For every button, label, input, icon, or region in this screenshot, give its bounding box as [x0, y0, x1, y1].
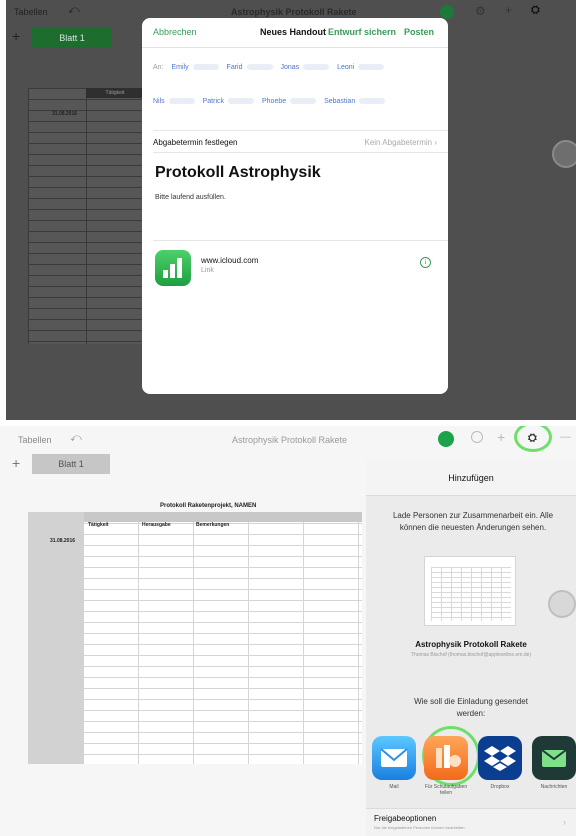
recipient-chip[interactable]: Patrick	[203, 98, 224, 105]
share-via-messages[interactable]: Nachrichten	[532, 736, 576, 790]
schoolwork-icon	[424, 736, 468, 780]
add-people-popover: Hinzufügen Lade Personen zur Zusammenarb…	[366, 460, 576, 836]
handout-body[interactable]: Bitte laufend ausfüllen.	[155, 194, 226, 201]
date-cell: 31.08.2016	[52, 111, 78, 117]
column-header: Bemerkungen	[196, 522, 230, 528]
due-date-row[interactable]: Abgabetermin festlegen Kein Abgabetermin…	[153, 138, 437, 147]
redacted-name	[246, 64, 273, 71]
save-draft-button[interactable]: Entwurf sichern	[328, 27, 396, 37]
redacted-name	[290, 98, 317, 105]
divider	[153, 240, 448, 241]
chevron-right-icon: ›	[434, 138, 437, 147]
sheet-tab[interactable]: Blatt 1	[32, 454, 110, 474]
share-via-mail[interactable]: Mail	[372, 736, 418, 790]
redacted-name	[168, 98, 195, 105]
handout-heading[interactable]: Protokoll Astrophysik	[155, 164, 321, 182]
recipients-field-row-2[interactable]: Nils Patrick Phoebe Sebastian	[153, 98, 386, 105]
add-people-icon[interactable]: ⛭	[528, 432, 537, 445]
share-options-row[interactable]: Freigabeoptionen Nur die eingeladenen Pe…	[366, 808, 576, 836]
mail-icon	[372, 736, 416, 780]
collaboration-icon[interactable]	[440, 5, 454, 19]
redacted-name	[192, 64, 219, 71]
navigation-joystick-icon[interactable]	[548, 590, 576, 618]
message-icon	[532, 736, 576, 780]
handout-header: Abbrechen Neues Handout Entwurf sichern …	[142, 18, 448, 48]
handout-title: Neues Handout	[260, 27, 327, 37]
column-header: Tätigkeit	[88, 522, 109, 528]
due-date-label: Abgabetermin festlegen	[153, 138, 238, 147]
table-title[interactable]: Protokoll Raketenprojekt, NAMEN	[160, 503, 256, 509]
app-label: Für Schulaufgaben teilen	[424, 784, 468, 796]
sheet-tab[interactable]: Blatt 1	[32, 28, 112, 48]
dropbox-icon	[478, 736, 522, 780]
share-options-title: Freigabeoptionen	[374, 814, 437, 823]
redacted-name	[359, 98, 386, 105]
recipient-chip[interactable]: Jonas	[280, 64, 299, 71]
share-via-schoolwork[interactable]: Für Schulaufgaben teilen	[424, 736, 470, 796]
to-label: An:	[153, 64, 164, 71]
due-date-value: Kein Abgabetermin ›	[364, 138, 437, 147]
share-options-subtitle: Nur die eingeladenen Personen können bea…	[374, 825, 466, 830]
document-owner: Thomas Bischof (thomas.bischof@appleonli…	[410, 652, 532, 658]
add-sheet-button[interactable]: +	[12, 28, 20, 44]
share-icon[interactable]: ⛭	[531, 4, 540, 17]
document-name: Astrophysik Protokoll Rakete	[415, 640, 527, 649]
recipient-chip[interactable]: Emily	[171, 64, 188, 71]
app-label: Nachrichten	[540, 784, 568, 790]
attachment-kind: Link	[201, 267, 214, 274]
bottom-toolbar: Tabellen ⤺ Astrophysik Protokoll Rakete …	[0, 426, 576, 452]
document-thumbnail	[424, 556, 516, 626]
more-icon[interactable]: —	[560, 431, 571, 443]
collaboration-icon[interactable]	[438, 431, 454, 447]
column-header: Tätigkeit	[86, 88, 144, 98]
recipient-chip[interactable]: Nils	[153, 98, 165, 105]
recipient-chip[interactable]: Farid	[227, 64, 243, 71]
share-app-row: Mail Für Schulaufgaben teilen Dropbox Na	[372, 726, 576, 796]
recipients-field[interactable]: An: Emily Farid Jonas Leoni	[153, 64, 385, 71]
info-icon[interactable]: i	[420, 257, 431, 268]
recipient-chip[interactable]: Sebastian	[324, 98, 355, 105]
document-title: Astrophysik Protokoll Rakete	[231, 7, 357, 17]
send-method-prompt: Wie soll die Einladung gesendet werden:	[414, 697, 528, 718]
redacted-name	[303, 64, 330, 71]
attachment-row[interactable]: www.icloud.com Link i	[155, 250, 435, 290]
undo-icon[interactable]: ⤺	[68, 4, 80, 17]
add-sheet-button[interactable]: +	[12, 455, 20, 471]
post-button[interactable]: Posten	[404, 27, 434, 37]
undo-icon[interactable]: ⤺	[70, 432, 82, 445]
document-title: Astrophysik Protokoll Rakete	[232, 435, 348, 445]
format-icon[interactable]: ⚙	[475, 4, 486, 18]
divider	[153, 130, 448, 131]
recipient-chip[interactable]: Phoebe	[262, 98, 286, 105]
column-header: Herausgabe	[142, 522, 171, 528]
spreadsheet-grid[interactable]: Tätigkeit 31.08.2016	[28, 88, 144, 344]
navigation-joystick-icon[interactable]	[552, 140, 576, 168]
back-to-spreadsheets-button[interactable]: Tabellen	[18, 435, 52, 445]
back-to-spreadsheets-button[interactable]: Tabellen	[14, 7, 48, 17]
app-label: Mail	[389, 784, 399, 790]
cancel-button[interactable]: Abbrechen	[153, 27, 197, 37]
popover-title: Hinzufügen	[366, 460, 576, 496]
numbers-app-icon	[155, 250, 191, 286]
top-screenshot: Tabellen ⤺ Astrophysik Protokoll Rakete …	[6, 0, 576, 420]
insert-icon[interactable]: +	[505, 3, 512, 17]
app-label: Dropbox	[490, 784, 510, 790]
spreadsheet-grid[interactable]: Tätigkeit Herausgabe Bemerkungen 31.08.2…	[28, 512, 362, 764]
new-handout-sheet: Abbrechen Neues Handout Entwurf sichern …	[142, 18, 448, 394]
chevron-right-icon: ›	[563, 817, 566, 827]
row-header-column	[28, 512, 84, 764]
invite-message: Lade Personen zur Zusammenarbeit ein. Al…	[392, 511, 554, 532]
recipient-chip[interactable]: Leoni	[337, 64, 354, 71]
redacted-name	[358, 64, 385, 71]
insert-icon[interactable]: +	[497, 429, 505, 445]
share-via-dropbox[interactable]: Dropbox	[478, 736, 524, 790]
divider	[153, 152, 448, 153]
format-icon[interactable]	[471, 431, 483, 443]
bottom-screenshot: Tabellen ⤺ Astrophysik Protokoll Rakete …	[0, 426, 576, 836]
attachment-url: www.icloud.com	[201, 256, 259, 265]
date-cell: 31.08.2016	[50, 538, 76, 544]
redacted-name	[228, 98, 255, 105]
